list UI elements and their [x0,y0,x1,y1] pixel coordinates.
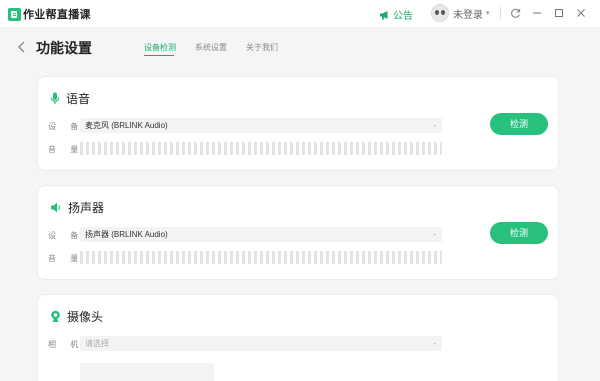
speaker-detect-button[interactable]: 检测 [490,222,548,244]
megaphone-icon [380,10,388,19]
camera-card: 摄像头 相 机 请选择 - [37,294,559,381]
microphone-volume-meter [80,142,442,155]
divider [500,7,501,19]
active-tab-indicator [144,55,174,56]
refresh-button[interactable] [507,5,523,21]
close-icon [577,9,585,17]
camera-preview [80,363,214,381]
avatar [431,4,449,22]
camera-select[interactable]: 请选择 - [80,336,442,351]
speaker-title: 扬声器 [68,201,105,215]
voice-card: 语音 设 备 麦克风 (BRLINK Audio) - 音 量 检测 [37,76,559,171]
app-logo-icon [8,7,21,21]
microphone-icon [50,92,60,104]
speaker-select[interactable]: 扬声器 (BRLINK Audio) - [80,227,442,242]
refresh-icon [510,8,520,18]
app-name: 作业帮直播课 [23,9,91,21]
notice-label: 公告 [393,11,413,22]
maximize-button[interactable] [551,5,567,21]
page-title: 功能设置 [36,40,92,56]
dropdown-caret-icon: - [433,230,436,239]
minimize-button[interactable] [529,5,545,21]
voice-detect-button[interactable]: 检测 [490,113,548,135]
volume-label: 音 量 [48,145,85,154]
speaker-card: 扬声器 设 备 扬声器 (BRLINK Audio) - 音 量 检测 [37,185,559,280]
speaker-icon [51,202,60,213]
dropdown-caret-icon: - [433,339,436,348]
camera-label: 相 机 [48,340,85,349]
user-menu[interactable]: 未登录 ▾ [431,4,490,22]
camera-select-placeholder: 请选择 [85,339,109,348]
user-name: 未登录 [453,9,483,21]
voice-header: 语音 [50,90,90,107]
camera-title: 摄像头 [67,310,104,324]
back-button[interactable] [15,39,29,55]
tab-device-check[interactable]: 设备检测 [144,42,176,53]
device-label: 设 备 [48,122,85,131]
volume-label: 音 量 [48,254,85,263]
minimize-icon [533,12,541,14]
notice-button[interactable]: 公告 [379,7,413,22]
title-bar: 作业帮直播课 公告 未登录 ▾ [0,0,600,27]
tab-system-settings[interactable]: 系统设置 [195,42,227,53]
dropdown-caret-icon: - [433,121,436,130]
chevron-left-icon [18,41,25,53]
speaker-header: 扬声器 [50,199,104,216]
device-label: 设 备 [48,231,85,240]
speaker-volume-meter [80,251,442,264]
camera-header: 摄像头 [50,308,103,325]
voice-title: 语音 [66,92,91,106]
microphone-select[interactable]: 麦克风 (BRLINK Audio) - [80,118,442,133]
chevron-down-icon: ▾ [486,10,490,17]
close-button[interactable] [573,5,589,21]
app-brand: 作业帮直播课 [8,6,91,22]
tab-about-us[interactable]: 关于我们 [246,42,278,53]
maximize-icon [555,9,563,17]
speaker-select-value: 扬声器 (BRLINK Audio) [85,230,168,239]
microphone-select-value: 麦克风 (BRLINK Audio) [85,121,168,130]
camera-icon [51,310,60,322]
